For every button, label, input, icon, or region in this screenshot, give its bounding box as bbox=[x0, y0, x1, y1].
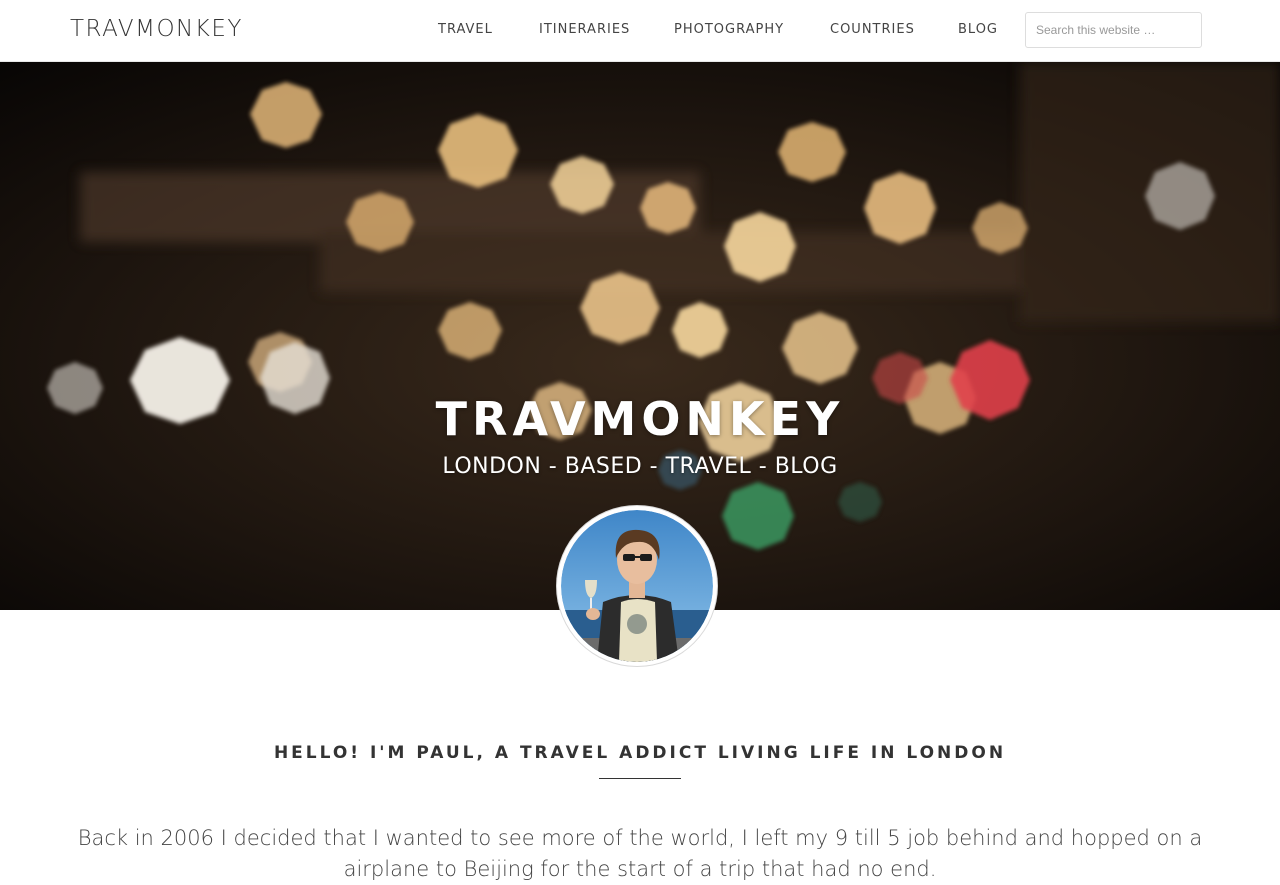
site-header: TRAVMONKEY TRAVEL ITINERARIES PHOTOGRAPH… bbox=[0, 0, 1280, 62]
intro-heading: HELLO! I'M PAUL, A TRAVEL ADDICT LIVING … bbox=[273, 743, 1007, 763]
search-input[interactable] bbox=[1025, 12, 1202, 48]
hero-title: TRAVMONKEY bbox=[435, 392, 845, 446]
intro-paragraph: Back in 2006 I decided that I wanted to … bbox=[77, 826, 1203, 881]
hero-tagline: LONDON - BASED - TRAVEL - BLOG bbox=[442, 454, 838, 479]
nav-item-travel[interactable]: TRAVEL bbox=[438, 22, 493, 37]
nav-item-blog[interactable]: BLOG bbox=[958, 22, 998, 37]
heading-divider bbox=[599, 778, 681, 779]
author-photo bbox=[561, 510, 713, 662]
site-logo[interactable]: TRAVMONKEY bbox=[70, 16, 243, 42]
author-avatar bbox=[557, 506, 717, 666]
nav-item-countries[interactable]: COUNTRIES bbox=[830, 22, 915, 37]
nav-item-photography[interactable]: PHOTOGRAPHY bbox=[674, 22, 784, 37]
nav-item-itineraries[interactable]: ITINERARIES bbox=[539, 22, 630, 37]
